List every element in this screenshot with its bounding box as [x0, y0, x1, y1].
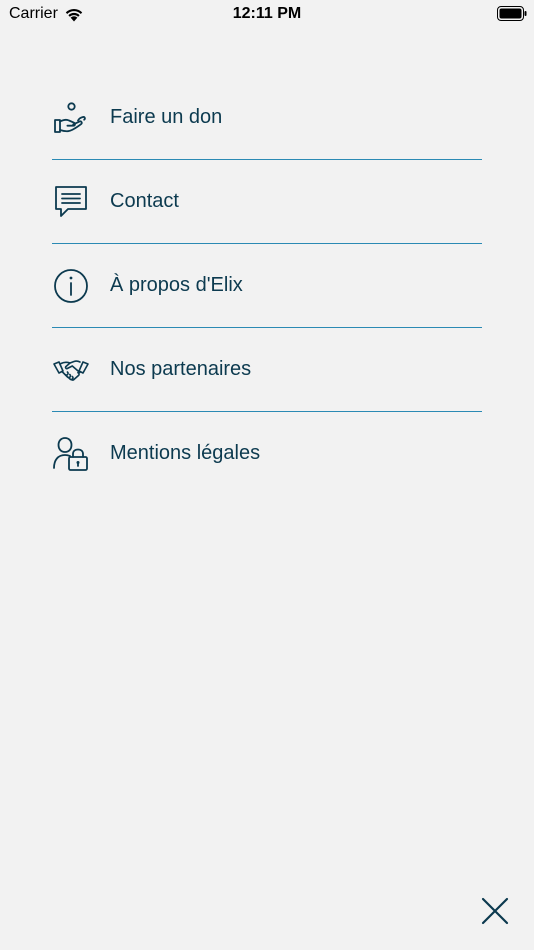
menu-item-partners[interactable]: Nos partenaires — [52, 328, 482, 412]
menu-item-about[interactable]: À propos d'Elix — [52, 244, 482, 328]
menu-item-contact[interactable]: Contact — [52, 160, 482, 244]
close-icon — [481, 897, 509, 925]
menu-item-label: Contact — [110, 190, 179, 212]
status-time: 12:11 PM — [232, 5, 302, 22]
menu-item-label: Faire un don — [110, 106, 223, 128]
battery-icon — [497, 6, 527, 21]
side-menu: Faire un don Contact À propos d'Elix Nos… — [52, 76, 482, 495]
chat-bubble-icon — [52, 183, 90, 221]
user-lock-icon — [52, 435, 90, 473]
info-icon — [52, 267, 90, 305]
donate-hand-icon — [52, 99, 90, 137]
menu-item-legal[interactable]: Mentions légales — [52, 412, 482, 495]
handshake-icon — [52, 351, 90, 389]
menu-item-label: Mentions légales — [110, 442, 261, 464]
close-button[interactable] — [478, 894, 512, 928]
menu-item-label: Nos partenaires — [110, 358, 252, 380]
menu-item-label: À propos d'Elix — [110, 274, 243, 296]
menu-item-donate[interactable]: Faire un don — [52, 76, 482, 160]
status-bar: Carrier 12:11 PM — [0, 0, 534, 28]
